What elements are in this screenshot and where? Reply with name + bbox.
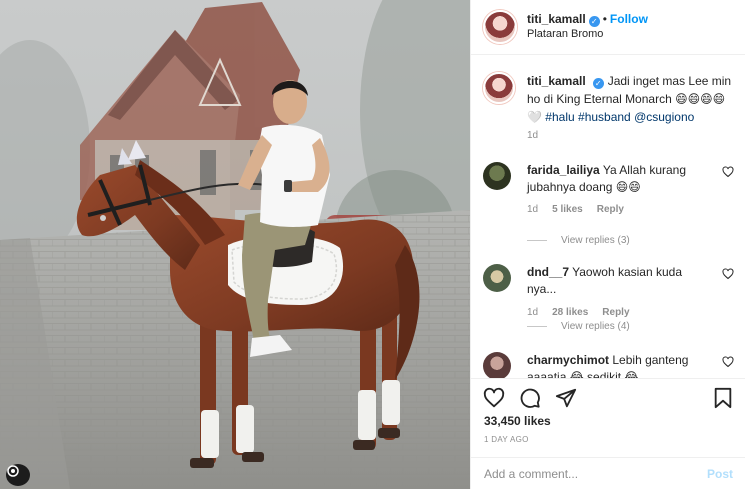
view-replies-button[interactable]: View replies (4) xyxy=(527,321,630,332)
reply-button[interactable]: Reply xyxy=(602,307,629,318)
post-location[interactable]: Plataran Bromo xyxy=(527,27,648,42)
bookmark-icon[interactable] xyxy=(713,387,733,409)
post-caption: titi_kamall ✓ Jadi inget mas Lee min ho di… xyxy=(483,72,738,141)
reply-button[interactable]: Reply xyxy=(597,204,624,215)
like-comment-heart-icon[interactable] xyxy=(722,356,734,368)
share-icon[interactable] xyxy=(555,387,577,409)
comment-item: farida_lailiya Ya Allah kurang jubahnya … xyxy=(483,162,738,215)
caption-username[interactable]: titi_kamall xyxy=(527,74,586,88)
comment-icon[interactable] xyxy=(519,387,541,409)
corner-watermark-icon xyxy=(6,464,30,486)
verified-badge-icon: ✓ xyxy=(588,16,600,27)
post-actions: 33,450 likes 1 DAY AGO xyxy=(471,378,745,456)
post-side-panel: titi_kamall ✓ • Follow Plataran Bromo titi_… xyxy=(470,0,745,489)
commenter-username[interactable]: dnd__7 xyxy=(527,265,569,279)
author-username[interactable]: titi_kamall xyxy=(527,12,586,26)
header-separator: • xyxy=(602,12,607,26)
comment-time: 1d xyxy=(527,204,539,215)
comments-section[interactable]: titi_kamall ✓ Jadi inget mas Lee min ho di… xyxy=(471,56,745,378)
follow-button[interactable]: Follow xyxy=(610,12,648,26)
add-comment-input[interactable] xyxy=(484,466,684,481)
comment-likes[interactable]: 5 likes xyxy=(552,204,583,215)
view-replies-label: View replies (3) xyxy=(561,235,630,246)
commenter-username[interactable]: charmychimot xyxy=(527,353,609,367)
heart-icon[interactable] xyxy=(483,387,505,409)
verified-badge-icon: ✓ xyxy=(592,78,604,89)
post-header: titi_kamall ✓ • Follow Plataran Bromo xyxy=(471,0,745,55)
comment-likes[interactable]: 28 likes xyxy=(552,307,588,318)
author-avatar[interactable] xyxy=(483,10,517,44)
likes-count[interactable]: 33,450 likes xyxy=(484,414,551,428)
comment-item: charmychimot Lebih ganteng aaaatia 😂 sed… xyxy=(483,352,738,378)
caption-avatar[interactable] xyxy=(483,72,515,104)
like-comment-heart-icon[interactable] xyxy=(722,268,734,280)
commenter-avatar[interactable] xyxy=(483,162,511,190)
view-replies-button[interactable]: View replies (3) xyxy=(527,235,630,246)
view-replies-label: View replies (4) xyxy=(561,321,630,332)
post-comment-button[interactable]: Post xyxy=(707,467,733,481)
comment-item: dnd__7 Yaowoh kasian kuda nya... 1d 28 l… xyxy=(483,264,738,318)
hashtag-link[interactable]: #husband xyxy=(578,110,631,124)
commenter-username[interactable]: farida_lailiya xyxy=(527,163,600,177)
photo-scene-image xyxy=(0,0,470,489)
commenter-avatar[interactable] xyxy=(483,352,511,378)
mention-link[interactable]: @csugiono xyxy=(634,110,694,124)
hashtag-link[interactable]: #halu xyxy=(545,110,574,124)
add-comment-bar: Post xyxy=(471,457,745,489)
posted-time: 1 DAY AGO xyxy=(484,435,529,444)
like-comment-heart-icon[interactable] xyxy=(722,166,734,178)
post-photo[interactable] xyxy=(0,0,470,489)
caption-time: 1d xyxy=(527,130,539,141)
commenter-avatar[interactable] xyxy=(483,264,511,292)
view-replies-divider xyxy=(527,240,547,241)
view-replies-divider xyxy=(527,326,547,327)
comment-time: 1d xyxy=(527,307,539,318)
